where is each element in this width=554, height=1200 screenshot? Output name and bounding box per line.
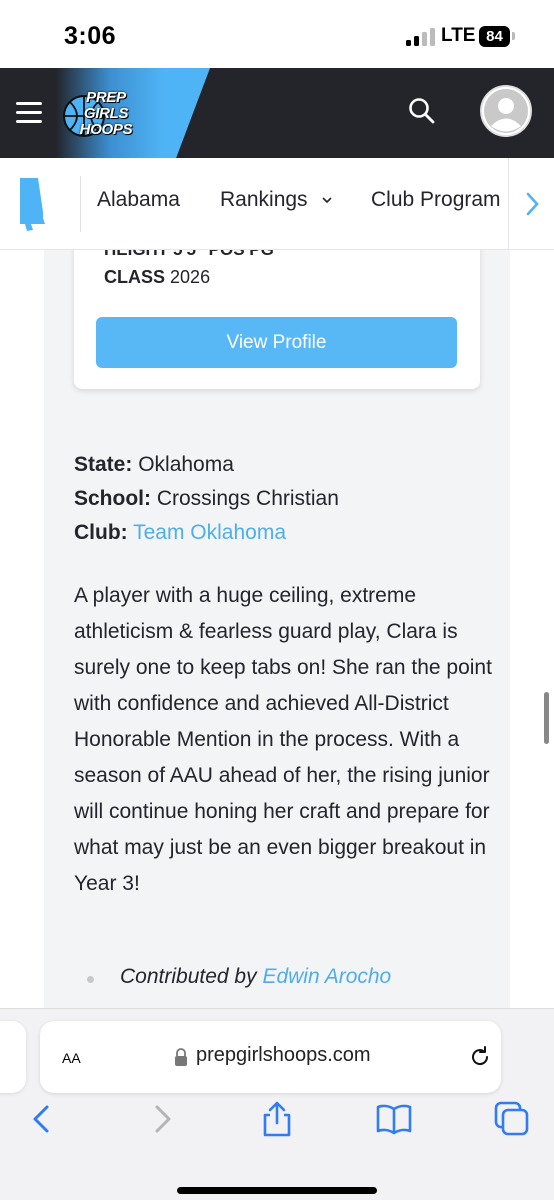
avatar[interactable] (480, 85, 532, 137)
browser-toolbar: AA prepgirlshoops.com (0, 1008, 554, 1200)
state-row: State: Oklahoma (74, 453, 234, 477)
school-value: Crossings Christian (156, 487, 339, 510)
status-bar: 3:06 LTE 84 (0, 0, 554, 68)
contributor-link[interactable]: Edwin Arocho (262, 965, 391, 988)
site-logo[interactable]: PREP GIRLS HOOPS (60, 84, 152, 144)
page-scrollbar[interactable] (544, 692, 549, 744)
tabs-icon[interactable] (492, 1099, 532, 1139)
nav-divider (80, 176, 81, 232)
reader-settings-label: AA (62, 1050, 81, 1066)
status-time: 3:06 (64, 22, 117, 50)
reader-settings-button[interactable]: AA (62, 1045, 81, 1069)
nav-item-club-programs[interactable]: Club Program (371, 188, 501, 212)
address-bar[interactable]: AA prepgirlshoops.com (40, 1021, 501, 1093)
network-label: LTE (441, 25, 476, 46)
logo-line-2: GIRLS (83, 105, 129, 122)
chevron-right-icon (526, 192, 539, 216)
contributor-line: Contributed by Edwin Arocho (120, 965, 391, 989)
class-value: 2026 (170, 267, 211, 287)
state-label: State: (74, 453, 133, 476)
list-bullet (87, 976, 94, 983)
url-text: prepgirlshoops.com (196, 1044, 371, 1066)
player-card: HEIGHT 5'5" POS PG CLASS 2026 View Profi… (74, 250, 480, 389)
site-header: PREP GIRLS HOOPS (0, 68, 554, 158)
nav-scroll-right-button[interactable] (508, 158, 554, 249)
nav-item-alabama[interactable]: Alabama (97, 188, 180, 212)
club-link[interactable]: Team Oklahoma (133, 521, 286, 544)
share-icon[interactable] (257, 1099, 297, 1139)
previous-tab-preview[interactable] (0, 1021, 26, 1093)
class-label: CLASS (104, 267, 166, 287)
logo-line-3: HOOPS (79, 121, 133, 138)
club-row: Club: Team Oklahoma (74, 521, 286, 545)
height-position-row: HEIGHT 5'5" POS PG (104, 250, 274, 260)
school-label: School: (74, 487, 151, 510)
sub-navigation: Alabama Rankings Club Program (0, 158, 554, 250)
reload-icon[interactable] (468, 1045, 492, 1069)
bookmarks-icon[interactable] (374, 1099, 414, 1139)
signal-icon (406, 28, 436, 46)
user-icon (482, 87, 530, 135)
logo-line-1: PREP (86, 89, 126, 106)
school-row: School: Crossings Christian (74, 487, 339, 511)
lock-icon (175, 1048, 187, 1066)
menu-icon[interactable] (16, 102, 42, 124)
forward-icon[interactable] (142, 1099, 182, 1139)
nav-item-rankings[interactable]: Rankings (220, 188, 333, 212)
article-content: HEIGHT 5'5" POS PG CLASS 2026 View Profi… (0, 250, 554, 1010)
alabama-state-icon[interactable] (14, 178, 48, 232)
class-row: CLASS 2026 (104, 267, 210, 288)
club-label: Club: (74, 521, 128, 544)
state-value: Oklahoma (138, 453, 234, 476)
nav-item-rankings-label: Rankings (220, 188, 308, 211)
search-icon[interactable] (407, 96, 437, 126)
battery-tip (512, 32, 515, 40)
contributor-prefix: Contributed by (120, 965, 257, 988)
chevron-down-icon (322, 197, 332, 204)
battery-icon: 84 (479, 26, 510, 47)
home-indicator (177, 1187, 377, 1194)
player-bio: A player with a huge ceiling, extreme at… (74, 584, 492, 895)
view-profile-button[interactable]: View Profile (96, 317, 457, 368)
back-icon[interactable] (22, 1099, 62, 1139)
